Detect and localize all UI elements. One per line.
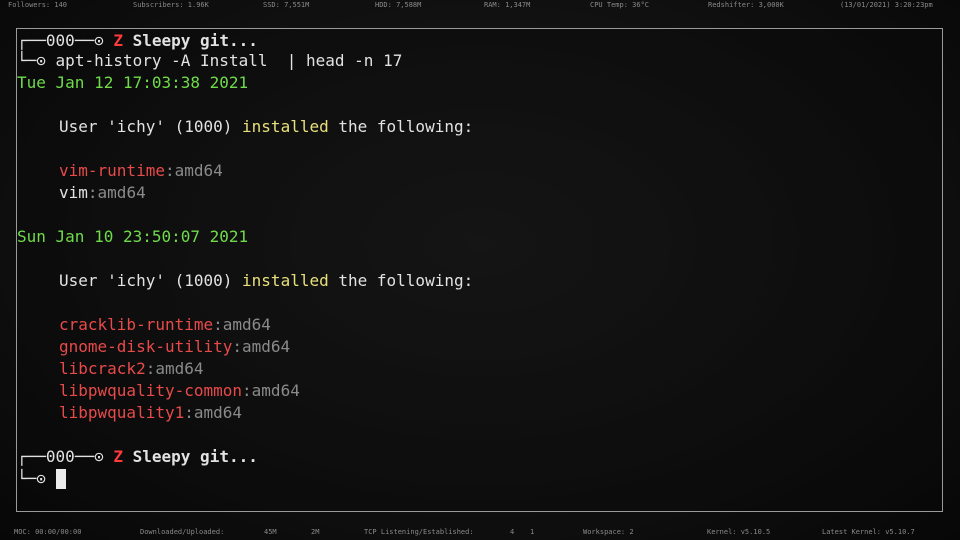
- terminal-window[interactable]: ┌──000──⊙ Z Sleepy git... └─⊙ apt-histor…: [16, 28, 943, 512]
- input-line[interactable]: └─⊙: [17, 469, 66, 489]
- entry-user-line: User 'ichy' (1000) installed the followi…: [59, 271, 474, 290]
- workspace-stat: Workspace: 2: [583, 528, 634, 536]
- tcp-label: TCP Listening/Established:: [364, 528, 474, 536]
- package-arch: :amd64: [232, 337, 291, 356]
- downloaded-value: 45M: [264, 528, 277, 536]
- command-line: └─⊙ apt-history -A Install | head -n 17: [17, 51, 402, 71]
- package-arch: :amd64: [145, 359, 204, 378]
- bottom-status-bar: MOC: 00:00/00:00 Downloaded/Uploaded: 45…: [0, 527, 960, 539]
- package-line: gnome-disk-utility:amd64: [59, 337, 290, 357]
- followers-stat: Followers: 140: [8, 1, 68, 9]
- package-name: gnome-disk-utility: [59, 337, 233, 356]
- package-arch: :amd64: [213, 315, 271, 334]
- downloaded-uploaded-label: Downloaded/Uploaded:: [140, 528, 225, 536]
- prompt-frame-bottom: └─⊙: [17, 469, 46, 488]
- package-name: libpwquality-common: [59, 381, 243, 400]
- package-name: vim-runtime: [59, 161, 165, 180]
- cpu-temp-stat: CPU Temp: 36°C: [590, 1, 650, 9]
- package-line: libpwquality-common:amd64: [59, 381, 300, 401]
- datetime-stat: (13/01/2021) 3:20:23pm: [840, 1, 933, 9]
- uploaded-value: 2M: [311, 528, 320, 536]
- package-arch: :amd64: [87, 183, 146, 202]
- entry-user-line: User 'ichy' (1000) installed the followi…: [59, 117, 474, 136]
- package-arch: :amd64: [242, 381, 300, 400]
- prompt-title: Sleepy git...: [132, 447, 258, 466]
- package-arch: :amd64: [164, 161, 223, 180]
- package-name: cracklib-runtime: [59, 315, 214, 334]
- prompt-top-line: ┌──000──⊙ Z Sleepy git...: [17, 31, 258, 51]
- latest-kernel-stat: Latest Kernel: v5.10.7: [822, 528, 915, 536]
- kernel-stat: Kernel: v5.10.5: [707, 528, 771, 536]
- hdd-stat: HDD: 7,588M: [375, 1, 422, 9]
- prompt-title: Sleepy git...: [132, 31, 258, 50]
- redshifter-stat: Redshifter: 3,000K: [708, 1, 784, 9]
- package-line: cracklib-runtime:amd64: [59, 315, 271, 335]
- prompt-top-line: ┌──000──⊙ Z Sleepy git...: [17, 447, 258, 467]
- package-name: libcrack2: [59, 359, 146, 378]
- package-line: libcrack2:amd64: [59, 359, 204, 379]
- package-name: libpwquality1: [59, 403, 185, 422]
- package-line: libpwquality1:amd64: [59, 403, 242, 423]
- ssd-stat: SSD: 7,551M: [263, 1, 310, 9]
- z-icon: Z: [113, 31, 123, 50]
- top-status-bar: Followers: 140 Subscribers: 1.96K SSD: 7…: [0, 0, 960, 12]
- prompt-frame-bottom: └─⊙: [17, 51, 46, 70]
- package-line: vim-runtime:amd64: [59, 161, 223, 181]
- package-name: vim: [59, 183, 88, 202]
- moc-player-stat: MOC: 00:00/00:00: [14, 528, 82, 536]
- text-cursor[interactable]: [55, 469, 66, 489]
- z-icon: Z: [113, 447, 123, 466]
- ram-stat: RAM: 1,347M: [484, 1, 531, 9]
- entry-date: Sun Jan 10 23:50:07 2021: [17, 227, 249, 246]
- entry-date: Tue Jan 12 17:03:38 2021: [17, 73, 249, 92]
- prompt-frame-top: ┌──000──⊙: [17, 31, 104, 50]
- command-text: apt-history -A Install | head -n 17: [55, 51, 403, 70]
- tcp-established-value: 1: [530, 528, 535, 536]
- prompt-frame-top: ┌──000──⊙: [17, 447, 104, 466]
- package-arch: :amd64: [184, 403, 243, 422]
- package-line: vim:amd64: [59, 183, 146, 203]
- tcp-listening-value: 4: [510, 528, 515, 536]
- subscribers-stat: Subscribers: 1.96K: [133, 1, 209, 9]
